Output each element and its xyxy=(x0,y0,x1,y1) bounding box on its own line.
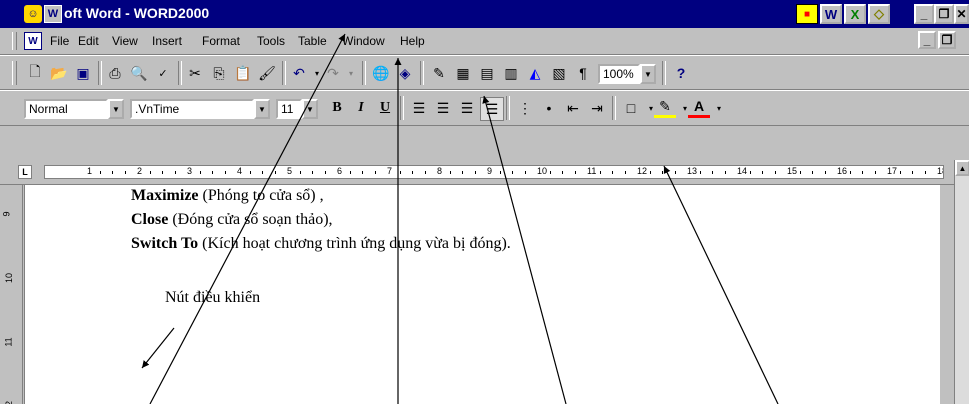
annotation-arrows xyxy=(141,33,779,404)
word-window: ☺ W oft Word - WORD2000 ■ W X ◇ _ ❐ ✕ W … xyxy=(0,0,969,404)
arrow-title-bar xyxy=(149,33,346,404)
arrow-control-button xyxy=(141,327,175,369)
arrow-standard-toolbar xyxy=(482,95,567,404)
arrow-formatting-toolbar xyxy=(663,165,779,404)
